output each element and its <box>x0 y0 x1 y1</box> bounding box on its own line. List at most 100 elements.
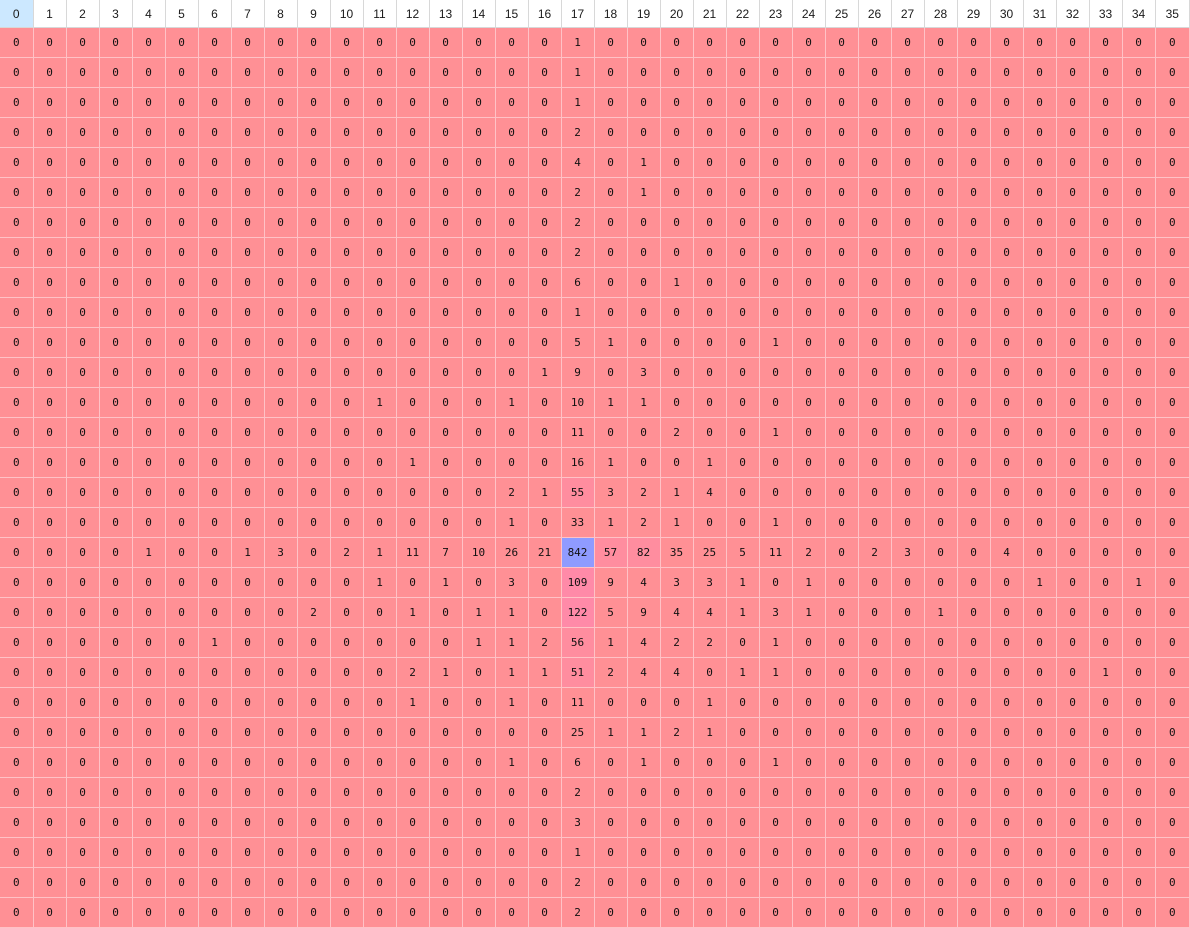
grid-cell[interactable]: 0 <box>594 807 628 838</box>
grid-cell[interactable]: 0 <box>0 297 34 328</box>
grid-cell[interactable]: 0 <box>198 507 232 538</box>
column-header-5[interactable]: 5 <box>165 0 199 28</box>
grid-cell[interactable]: 0 <box>1155 327 1190 358</box>
grid-cell[interactable]: 2 <box>594 657 628 688</box>
grid-cell[interactable]: 0 <box>0 807 34 838</box>
grid-cell[interactable]: 0 <box>726 777 760 808</box>
grid-cell[interactable]: 0 <box>396 417 430 448</box>
grid-cell[interactable]: 0 <box>594 147 628 178</box>
grid-cell[interactable]: 0 <box>297 87 331 118</box>
grid-cell[interactable]: 0 <box>165 357 199 388</box>
grid-cell[interactable]: 2 <box>627 507 661 538</box>
grid-cell[interactable]: 0 <box>528 117 562 148</box>
grid-cell[interactable]: 0 <box>891 627 925 658</box>
grid-cell[interactable]: 0 <box>231 27 265 58</box>
grid-cell[interactable]: 0 <box>693 867 727 898</box>
grid-cell[interactable]: 0 <box>132 117 166 148</box>
grid-cell[interactable]: 0 <box>627 417 661 448</box>
grid-cell[interactable]: 0 <box>165 27 199 58</box>
grid-cell[interactable]: 0 <box>297 627 331 658</box>
column-header-11[interactable]: 11 <box>363 0 397 28</box>
grid-cell[interactable]: 0 <box>594 57 628 88</box>
grid-cell[interactable]: 0 <box>759 687 793 718</box>
grid-cell[interactable]: 0 <box>594 747 628 778</box>
grid-cell[interactable]: 0 <box>66 627 100 658</box>
grid-cell[interactable]: 0 <box>132 837 166 868</box>
grid-cell[interactable]: 0 <box>858 567 892 598</box>
grid-cell[interactable]: 0 <box>297 477 331 508</box>
grid-cell[interactable]: 0 <box>495 837 529 868</box>
grid-cell[interactable]: 0 <box>66 867 100 898</box>
grid-cell[interactable]: 0 <box>528 237 562 268</box>
grid-cell[interactable]: 0 <box>99 87 133 118</box>
grid-cell[interactable]: 0 <box>891 837 925 868</box>
grid-cell[interactable]: 1 <box>726 657 760 688</box>
grid-cell[interactable]: 0 <box>33 477 67 508</box>
grid-cell[interactable]: 0 <box>33 207 67 238</box>
grid-cell[interactable]: 0 <box>759 807 793 838</box>
grid-cell[interactable]: 0 <box>891 717 925 748</box>
grid-cell[interactable]: 33 <box>561 507 595 538</box>
grid-cell[interactable]: 0 <box>330 567 364 598</box>
grid-cell[interactable]: 4 <box>990 537 1024 568</box>
grid-cell[interactable]: 0 <box>858 837 892 868</box>
grid-cell[interactable]: 0 <box>1122 327 1156 358</box>
grid-cell[interactable]: 0 <box>330 837 364 868</box>
grid-cell[interactable]: 0 <box>99 177 133 208</box>
grid-cell[interactable]: 0 <box>528 837 562 868</box>
grid-cell[interactable]: 1 <box>693 447 727 478</box>
column-header-18[interactable]: 18 <box>594 0 628 28</box>
grid-cell[interactable]: 1 <box>594 327 628 358</box>
grid-cell[interactable]: 0 <box>0 447 34 478</box>
grid-cell[interactable]: 0 <box>759 777 793 808</box>
column-header-7[interactable]: 7 <box>231 0 265 28</box>
grid-cell[interactable]: 0 <box>726 867 760 898</box>
grid-cell[interactable]: 0 <box>858 597 892 628</box>
grid-cell[interactable]: 1 <box>429 657 463 688</box>
grid-cell[interactable]: 0 <box>792 627 826 658</box>
grid-cell[interactable]: 0 <box>363 237 397 268</box>
grid-cell[interactable]: 1 <box>561 27 595 58</box>
grid-cell[interactable]: 0 <box>693 87 727 118</box>
grid-cell[interactable]: 1 <box>528 357 562 388</box>
grid-cell[interactable]: 0 <box>825 447 859 478</box>
grid-cell[interactable]: 0 <box>330 117 364 148</box>
grid-cell[interactable]: 0 <box>165 897 199 928</box>
grid-cell[interactable]: 0 <box>363 687 397 718</box>
grid-cell[interactable]: 0 <box>1023 477 1057 508</box>
grid-cell[interactable]: 0 <box>759 717 793 748</box>
grid-cell[interactable]: 0 <box>165 687 199 718</box>
grid-cell[interactable]: 0 <box>363 627 397 658</box>
grid-cell[interactable]: 1 <box>924 597 958 628</box>
grid-cell[interactable]: 0 <box>231 447 265 478</box>
grid-cell[interactable]: 0 <box>429 207 463 238</box>
grid-cell[interactable]: 0 <box>858 477 892 508</box>
grid-cell[interactable]: 0 <box>66 597 100 628</box>
grid-cell[interactable]: 0 <box>0 717 34 748</box>
grid-cell[interactable]: 0 <box>1056 447 1090 478</box>
grid-cell[interactable]: 0 <box>957 57 991 88</box>
grid-cell[interactable]: 0 <box>594 417 628 448</box>
grid-cell[interactable]: 0 <box>924 777 958 808</box>
grid-cell[interactable]: 0 <box>462 747 496 778</box>
grid-cell[interactable]: 0 <box>1023 807 1057 838</box>
grid-cell[interactable]: 4 <box>627 627 661 658</box>
grid-cell[interactable]: 0 <box>660 297 694 328</box>
grid-cell[interactable]: 4 <box>561 147 595 178</box>
column-header-0[interactable]: 0 <box>0 0 34 28</box>
grid-cell[interactable]: 0 <box>198 777 232 808</box>
grid-cell[interactable]: 0 <box>891 777 925 808</box>
grid-cell[interactable]: 0 <box>726 117 760 148</box>
grid-cell[interactable]: 0 <box>957 867 991 898</box>
grid-cell[interactable]: 0 <box>297 447 331 478</box>
grid-cell[interactable]: 0 <box>792 867 826 898</box>
grid-cell[interactable]: 0 <box>462 207 496 238</box>
grid-cell[interactable]: 0 <box>165 507 199 538</box>
grid-cell[interactable]: 0 <box>1155 267 1190 298</box>
column-header-28[interactable]: 28 <box>924 0 958 28</box>
grid-cell[interactable]: 0 <box>924 147 958 178</box>
grid-cell[interactable]: 0 <box>924 657 958 688</box>
grid-cell[interactable]: 0 <box>33 657 67 688</box>
grid-cell[interactable]: 0 <box>99 417 133 448</box>
grid-cell[interactable]: 0 <box>429 747 463 778</box>
